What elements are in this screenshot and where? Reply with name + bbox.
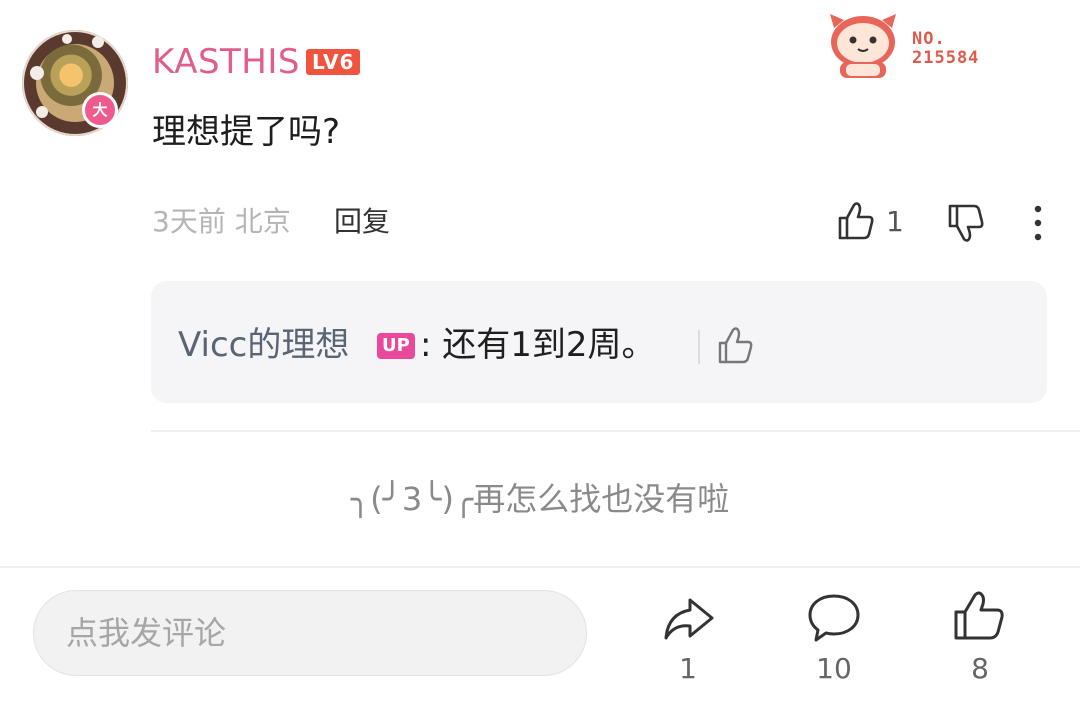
divider: [151, 430, 1080, 432]
comment-icon[interactable]: [806, 592, 862, 644]
more-options-icon[interactable]: [1026, 204, 1050, 242]
comment-count: 10: [816, 652, 852, 685]
thumbs-down-icon[interactable]: [946, 202, 986, 244]
fan-badge-mascot-icon: [830, 14, 896, 78]
comment-text: 理想提了吗?: [152, 112, 341, 152]
reply-button[interactable]: 回复: [334, 202, 390, 242]
avatar-frame-decoration: [92, 36, 104, 48]
level-badge: LV6: [306, 49, 361, 75]
fan-badge-prefix: NO.: [912, 29, 946, 49]
bottom-bar-divider: [0, 566, 1080, 568]
reply-author[interactable]: Vicc的理想: [178, 322, 349, 368]
vip-badge: 大: [82, 92, 118, 128]
fan-badge-number: NO. 215584: [912, 30, 979, 68]
end-of-list-message: ╮(╯3╰)╭再怎么找也没有啦: [350, 480, 730, 518]
share-count: 1: [679, 652, 697, 685]
reply-divider: [698, 330, 700, 364]
fan-badge-value: 215584: [912, 48, 980, 68]
comment-time-location: 3天前 北京: [152, 205, 291, 238]
up-badge: UP: [377, 333, 415, 359]
share-icon[interactable]: [660, 594, 716, 646]
avatar-frame-decoration: [36, 106, 48, 118]
avatar-frame-decoration: [30, 66, 44, 80]
post-like-count: 8: [971, 652, 989, 685]
like-post-icon[interactable]: [952, 590, 1008, 642]
reply-thumbs-up-icon[interactable]: [716, 326, 756, 366]
thumbs-up-icon[interactable]: [836, 200, 876, 242]
avatar-frame-decoration: [62, 34, 72, 44]
reply-text: : 还有1到2周。: [420, 325, 656, 365]
username[interactable]: KASTHIS: [152, 40, 300, 84]
like-count: 1: [886, 205, 904, 238]
comment-input-placeholder: 点我发评论: [66, 614, 227, 652]
